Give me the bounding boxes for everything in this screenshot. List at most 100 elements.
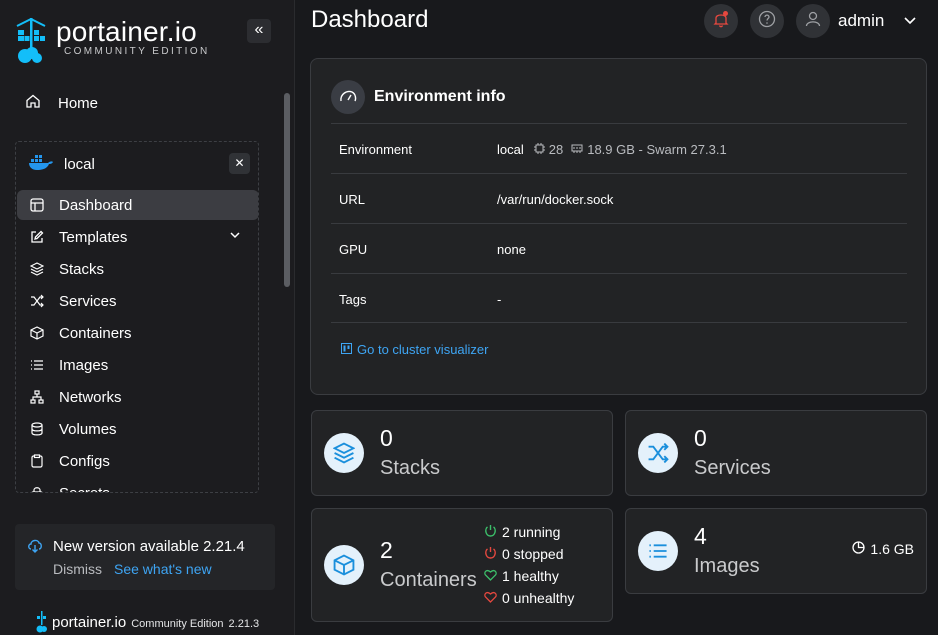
layers-icon [324,433,364,473]
list-icon [29,357,45,373]
sidebar-item-images[interactable]: Images [17,350,258,380]
images-label: Images [694,555,760,577]
power-off-icon [484,546,497,562]
box-icon [29,325,45,341]
env-row-environment: Environment local 28 18.9 GB - Swarm 27.… [331,123,907,173]
services-count: 0 [694,425,707,451]
power-icon [484,524,497,540]
cpu-count: 28 [548,142,564,157]
help-button[interactable] [750,4,784,38]
sidebar-scrollbar[interactable] [284,93,290,287]
database-icon [29,421,45,437]
brand-edition: COMMUNITY EDITION [64,46,210,57]
cloud-download-icon [27,539,43,558]
sidebar-item-label: Services [59,292,117,310]
sidebar-item-label: Templates [59,228,128,246]
portainer-logo-icon [16,17,46,63]
images-count: 4 [694,523,707,549]
page-title: Dashboard [311,6,429,33]
double-chevron-left-icon: « [254,21,264,38]
portainer-logo[interactable]: portainer.io COMMUNITY EDITION [14,16,210,66]
stacks-card[interactable]: 0 Stacks [311,410,613,496]
row-value: /var/run/docker.sock [497,192,614,207]
chevron-down-icon [229,228,241,245]
dismiss-link[interactable]: Dismiss [53,561,102,577]
edit-icon [29,229,45,245]
sidebar-item-label: Containers [59,324,132,342]
environment-section: local ✕ Dashboard Templates Stacks Servi… [15,141,259,493]
sidebar-item-secrets[interactable]: Secrets [17,478,258,493]
sidebar-item-services[interactable]: Services [17,286,258,316]
memory-icon [571,142,583,157]
sidebar-item-configs[interactable]: Configs [17,446,258,476]
footer-version: 2.21.3 [228,617,260,630]
sidebar-item-dashboard[interactable]: Dashboard [17,190,258,220]
heart-icon [484,568,497,584]
containers-count: 2 [380,537,393,563]
cpu-icon [533,142,545,157]
sidebar-item-label: Volumes [59,420,117,438]
sidebar-item-label: Stacks [59,260,105,278]
gauge-icon [331,80,365,114]
healthy-count: 1 healthy [502,568,559,584]
sidebar-item-containers[interactable]: Containers [17,318,258,348]
running-status: 2 running [484,521,574,543]
user-avatar[interactable] [796,4,830,38]
heart-icon [484,590,497,606]
cluster-visualizer-link[interactable]: Go to cluster visualizer [341,342,489,357]
sidebar-item-stacks[interactable]: Stacks [17,254,258,284]
container-status-list: 2 running 0 stopped 1 healthy 0 unhealth… [484,521,574,609]
user-icon [804,10,822,33]
sidebar-item-networks[interactable]: Networks [17,382,258,412]
help-circle-icon [758,10,776,33]
environment-info-card: Environment info Environment local 28 18… [310,58,927,395]
link-label: Go to cluster visualizer [357,342,489,357]
update-notice: New version available 2.21.4 Dismiss See… [15,524,275,590]
sidebar-item-volumes[interactable]: Volumes [17,414,258,444]
card-title: Environment info [374,88,506,105]
images-card[interactable]: 4 Images 1.6 GB [625,508,927,594]
stacks-count: 0 [380,425,393,451]
sidebar-item-label: Secrets [59,484,110,493]
portainer-small-icon [36,611,47,633]
sidebar-item-label: Images [59,356,109,374]
stopped-status: 0 stopped [484,543,574,565]
whats-new-link[interactable]: See what's new [114,561,212,577]
environment-name: local [64,155,95,173]
update-title: New version available 2.21.4 [53,538,245,555]
user-name[interactable]: admin [838,11,884,31]
unhealthy-status: 0 unhealthy [484,587,574,609]
sidebar-item-label: Configs [59,452,110,470]
row-key: GPU [339,242,368,257]
running-count: 2 running [502,524,561,540]
close-environment-button[interactable]: ✕ [229,153,250,174]
footer-brand: portainer.io [52,613,127,631]
home-icon [26,94,42,112]
footer-logo: portainer.io Community Edition 2.21.3 [36,611,259,633]
images-size-value: 1.6 GB [870,541,914,557]
containers-card[interactable]: 2 Containers 2 running 0 stopped 1 healt… [311,508,613,622]
chevron-down-icon[interactable] [903,13,917,32]
clipboard-icon [29,453,45,469]
services-card[interactable]: 0 Services [625,410,927,496]
env-row-gpu: GPU none [331,223,907,273]
sidebar-item-label: Dashboard [59,196,133,214]
row-key: Environment [339,142,412,157]
bell-icon [712,10,730,33]
box-icon [324,545,364,585]
sidebar: portainer.io COMMUNITY EDITION « Home lo… [0,0,295,635]
list-icon [638,531,678,571]
env-row-tags: Tags - [331,273,907,323]
collapse-sidebar-button[interactable]: « [247,19,271,43]
images-size: 1.6 GB [852,541,914,557]
stacks-label: Stacks [380,457,441,479]
sidebar-item-templates[interactable]: Templates [17,222,258,252]
notifications-button[interactable] [704,4,738,38]
stopped-count: 0 stopped [502,546,564,562]
sidebar-item-home[interactable]: Home [26,94,98,112]
lock-icon [29,485,45,492]
memory-info: 18.9 GB - Swarm 27.3.1 [587,142,727,157]
trello-icon [341,342,352,357]
brand-name: portainer.io [56,16,197,47]
healthy-status: 1 healthy [484,565,574,587]
